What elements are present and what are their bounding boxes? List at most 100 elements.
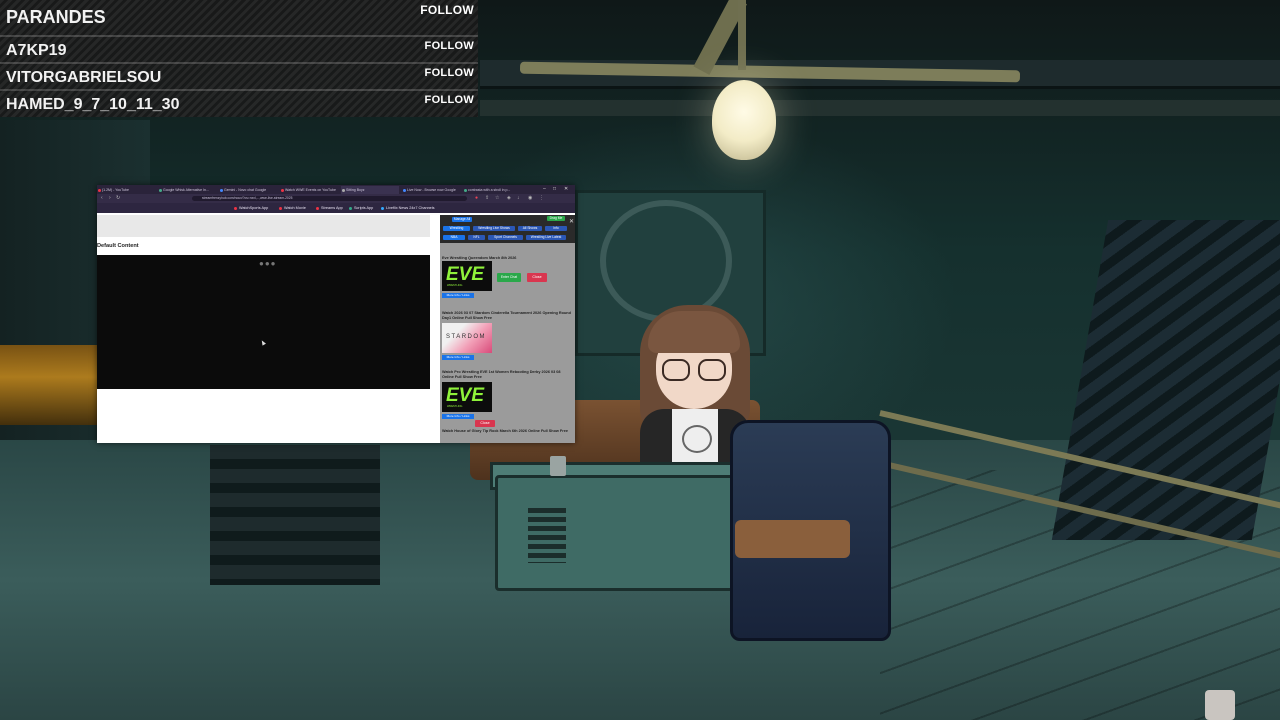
eve-logo-text: EVE [446,264,485,285]
avatar-glasses-left [662,359,690,381]
nav-all-shows[interactable]: All Shows [518,226,542,231]
event-title[interactable]: Watch House of Glory Tip Rock March 6th … [442,429,572,434]
browser-tab[interactable]: (1.2M) - YouTube [97,186,155,194]
event-title[interactable]: Eve Wrestling Queendom March 8th 2026 [442,256,572,261]
avatar-shirt-print [682,425,712,453]
nav-wrestling[interactable]: Wrestling [443,226,470,231]
bookmark-label: Scripts App [354,206,374,210]
mouse-cursor-icon [260,339,266,346]
follow-button[interactable]: FOLLOW [425,40,474,52]
event-card: Eve Wrestling Queendom March 8th 2026 EV… [442,256,572,301]
ceiling-light-bulb [712,80,776,160]
follow-button[interactable]: FOLLOW [420,3,474,17]
back-icon[interactable]: ‹ [101,194,103,203]
more-info-button[interactable]: More Info / Links [442,355,474,360]
tab-title: Gemini - Novo chat Google [224,188,267,192]
event-close-button[interactable]: Close [475,420,495,427]
event-thumbnail[interactable]: EVE WRESTLING [442,261,492,291]
nav-wrestling-live-shows[interactable]: Wrestling Live Shows [473,226,515,231]
bookmark-item[interactable]: Streams App [316,203,343,213]
nav-info[interactable]: Info [545,226,567,231]
bookmark-icon [234,206,237,210]
door-wheel [600,200,732,322]
follow-button[interactable]: FOLLOW [425,94,474,106]
address-bar-row: ‹ › ↻ streamfrenzyhub.com/nouv/?cs=nxxl,… [97,194,575,203]
events-sidebar: Manage All Drag Me ✕ Wrestling Wrestling… [440,215,575,443]
forward-icon[interactable]: › [109,194,111,203]
browser-tab[interactable]: Google Whisk Alternative In... [158,186,216,194]
bookmark-item[interactable]: Scripts App [349,203,373,213]
more-info-button[interactable]: More Info / Links [442,414,474,419]
profile-icon[interactable]: ◉ [528,194,532,203]
cup-icon [550,456,566,476]
nav-nba[interactable]: NBA [443,235,465,240]
desk-vent [528,508,566,563]
eve-logo-text: EVE [446,385,485,406]
tab-favicon-icon [98,188,101,192]
browser-tab[interactable]: Watch WWE Events on YouTube [280,186,338,194]
drag-me-button[interactable]: Drag Me [547,216,565,221]
nav-wrestling-live-latest[interactable]: Wrestling Live Latest [526,235,566,240]
share-icon[interactable]: ⇪ [485,194,489,203]
bookmark-icon [316,206,319,210]
ceiling-pipe-lower [480,100,1280,116]
eve-logo-subtext: WRESTLING [447,284,463,287]
nav-nfl[interactable]: NFL [468,235,485,240]
bookmark-icon [381,206,384,210]
more-info-button[interactable]: More Info / Links [442,293,474,298]
event-thumbnail[interactable]: EVE WRESTLING [442,382,492,412]
event-thumbnail[interactable]: STARDOM [442,323,492,353]
tab-favicon-icon [464,188,467,192]
minimize-icon[interactable]: – [543,186,546,193]
browser-tab[interactable]: Gemini - Novo chat Google [219,186,277,194]
url-field[interactable]: streamfrenzyhub.com/nouv/?cs=nxxl,...,ww… [192,196,467,201]
bookmark-item[interactable]: Watch Movie [279,203,306,213]
nav-sport-channels[interactable]: Sport Channels [488,235,523,240]
stardom-logo-text: STARDOM [446,334,487,340]
tab-title: contrasta with a stroll in p... [468,188,511,192]
maximize-icon[interactable]: □ [553,186,556,193]
bookmark-item[interactable]: WatchSports App [234,203,268,213]
recent-followers-panel: PARANDES FOLLOW A7KP19 FOLLOW VITORGABRI… [0,0,478,117]
enter-chat-button[interactable]: Enter Chat [497,273,521,282]
event-card: Watch 2026 03 07 Stardom Cinderella Tour… [442,311,572,361]
extension-icon[interactable]: ● [475,194,478,203]
tab-title: Google Whisk Alternative In... [163,188,209,192]
browser-window: (1.2M) - YouTube Google Whisk Alternativ… [97,185,575,443]
follow-button[interactable]: FOLLOW [425,67,474,79]
download-icon[interactable]: ↓ [517,194,520,203]
browser-tab-active[interactable]: Sitting Boyz [341,186,399,194]
extensions-puzzle-icon[interactable]: ◈ [507,194,511,203]
tab-favicon-icon [220,188,223,192]
avatar-bangs [648,311,740,353]
tab-favicon-icon [403,188,406,192]
browser-tab[interactable]: Live Now - Browse now Google [402,186,460,194]
follower-row: HAMED_9_7_10_11_30 FOLLOW [0,91,478,117]
tab-title: Watch WWE Events on YouTube [285,188,336,192]
bookmark-icon [279,206,282,210]
default-content-heading: Default Content [97,243,139,249]
chair-seat [735,520,850,558]
event-close-button[interactable]: Close [527,273,547,282]
tab-title: Live Now - Browse now Google [407,188,456,192]
bookmark-label: Watch Movie [284,206,306,210]
right-staircase [1051,220,1280,540]
video-player[interactable]: ●●● [97,255,430,389]
star-icon[interactable]: ☆ [495,194,499,203]
bookmark-item[interactable]: Liveflix News 24x7 Channels [381,203,435,213]
page-header-bar [97,215,430,237]
tab-title: Sitting Boyz [346,188,365,192]
sidebar-close-icon[interactable]: ✕ [569,219,574,225]
manage-all-button[interactable]: Manage All [452,217,472,222]
sidebar-nav: Manage All Drag Me ✕ Wrestling Wrestling… [440,215,575,243]
bookmark-label: Streams App [321,206,343,210]
reload-icon[interactable]: ↻ [116,194,120,203]
browser-tab[interactable]: contrasta with a stroll in p... [463,186,521,194]
follower-row: A7KP19 FOLLOW [0,37,478,64]
event-title[interactable]: Watch Pro Wrestling EVE 1st Women Reboot… [442,370,572,379]
bookmark-label: Liveflix News 24x7 Channels [386,206,435,210]
event-title[interactable]: Watch 2026 03 07 Stardom Cinderella Tour… [442,311,572,320]
close-window-icon[interactable]: ✕ [564,186,568,193]
follower-row: PARANDES FOLLOW [0,0,478,37]
menu-icon[interactable]: ⋮ [539,194,544,203]
